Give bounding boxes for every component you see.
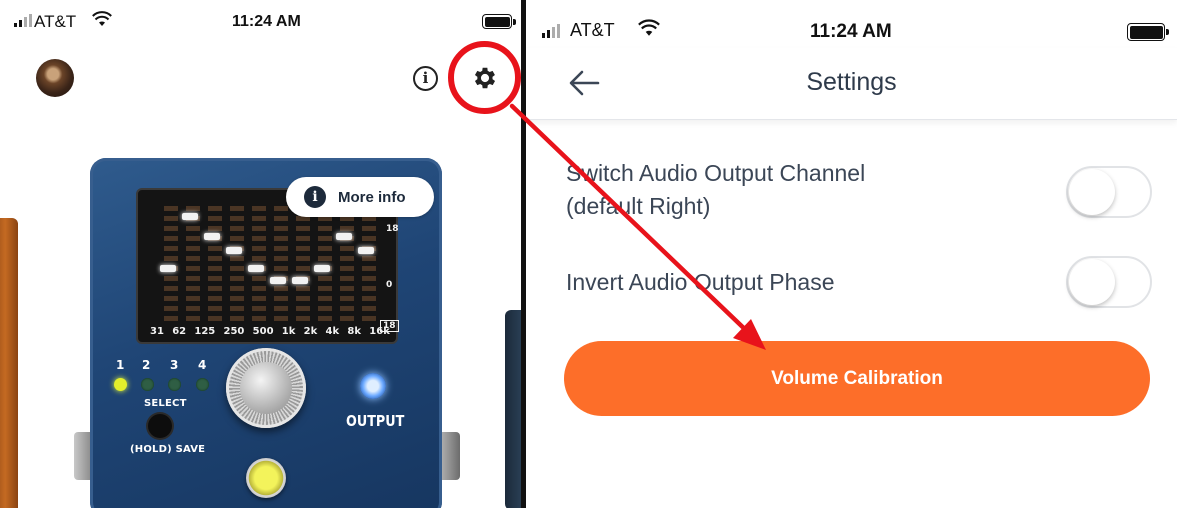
eq-band-column (340, 206, 354, 322)
output-label: OUTPUT (346, 412, 405, 430)
invert-phase-label: Invert Audio Output Phase (566, 269, 835, 295)
carrier-label: AT&T (570, 20, 615, 40)
eq-band-column (362, 206, 376, 322)
eq-frequency-labels: 31 62 125 250 500 1k 2k 4k 8k 16k (150, 326, 390, 337)
toggle-knob (1069, 259, 1115, 305)
eq-band-label: 500 (252, 326, 274, 337)
status-time: 11:24 AM (232, 13, 301, 30)
eq-level-led (358, 247, 374, 254)
eq-band-column (208, 206, 222, 322)
preset-led-active[interactable] (114, 378, 127, 391)
eq-band-label: 16k (369, 326, 390, 337)
signal-icon (542, 24, 560, 38)
preset-led[interactable] (168, 378, 181, 391)
switch-output-channel-line1: Switch Audio Output Channel (566, 160, 866, 186)
select-label: SELECT (144, 398, 187, 409)
user-avatar[interactable] (36, 59, 74, 97)
previous-pedal-edge[interactable] (0, 218, 18, 508)
carrier-label: AT&T (34, 12, 77, 31)
eq-band-label: 1k (281, 326, 296, 337)
right-phone-screen: AT&T 11:24 AM Settings Switch Audio Outp… (526, 0, 1177, 508)
eq-band-label: 8k (347, 326, 362, 337)
eq-bars (160, 206, 376, 322)
switch-output-channel-toggle[interactable] (1066, 166, 1152, 218)
eq-level-led (248, 265, 264, 272)
eq-band-column (186, 206, 200, 322)
wifi-icon (92, 11, 112, 26)
eq-band-column (274, 206, 288, 322)
eq-level-led (160, 265, 176, 272)
next-pedal-edge[interactable] (505, 310, 521, 508)
eq-level-led (292, 277, 308, 284)
eq-band-label: 31 (150, 326, 164, 337)
left-phone-screen: AT&T 11:24 AM i 18 0 18 31 62 125 250 50… (0, 0, 521, 508)
preset-led[interactable] (196, 378, 209, 391)
eq-band-label: 62 (172, 326, 187, 337)
preset-led[interactable] (141, 378, 154, 391)
eq-band-column (296, 206, 310, 322)
eq-level-led (226, 247, 242, 254)
status-bar: AT&T 11:24 AM (526, 0, 1177, 44)
eq-band-column (252, 206, 266, 322)
battery-icon (482, 14, 516, 29)
wifi-icon (638, 19, 660, 36)
db-max-label: 18 (386, 224, 399, 234)
eq-band-column (318, 206, 332, 322)
toggle-knob (1069, 169, 1115, 215)
preset-number: 2 (142, 358, 151, 372)
preset-number: 3 (170, 358, 179, 372)
hold-save-label: (HOLD) SAVE (130, 444, 206, 455)
info-icon[interactable]: i (413, 66, 438, 91)
switch-output-channel-label: Switch Audio Output Channel (default Rig… (566, 157, 865, 223)
gear-highlight-circle (448, 41, 521, 114)
eq-band-column (164, 206, 178, 322)
preset-number: 4 (198, 358, 207, 372)
more-info-button[interactable]: i More info (286, 177, 434, 217)
switch-output-channel-line2: (default Right) (566, 193, 711, 219)
eq-level-led (182, 213, 198, 220)
db-zero-label: 0 (386, 280, 393, 290)
footswitch[interactable] (246, 458, 286, 498)
volume-calibration-button[interactable]: Volume Calibration (564, 341, 1150, 416)
more-info-label: More info (338, 188, 406, 206)
info-filled-icon: i (304, 186, 326, 208)
settings-header: Settings (526, 48, 1177, 120)
invert-phase-toggle[interactable] (1066, 256, 1152, 308)
preset-selector: 1 2 3 4 (112, 358, 212, 391)
eq-band-column (230, 206, 244, 322)
battery-icon (1127, 23, 1169, 41)
status-time: 11:24 AM (810, 21, 892, 42)
preset-number: 1 (116, 358, 125, 372)
status-bar: AT&T 11:24 AM (0, 0, 521, 40)
eq-band-label: 125 (194, 326, 216, 337)
volume-knob[interactable] (226, 348, 306, 428)
eq-level-led (270, 277, 286, 284)
eq-level-led (314, 265, 330, 272)
output-led (360, 373, 386, 399)
page-title: Settings (806, 68, 897, 96)
eq-band-label: 4k (325, 326, 340, 337)
select-save-button[interactable] (148, 414, 172, 438)
eq-level-led (204, 233, 220, 240)
eq-level-led (336, 233, 352, 240)
eq-band-label: 2k (303, 326, 318, 337)
signal-icon (14, 14, 32, 27)
eq-band-label: 250 (223, 326, 245, 337)
